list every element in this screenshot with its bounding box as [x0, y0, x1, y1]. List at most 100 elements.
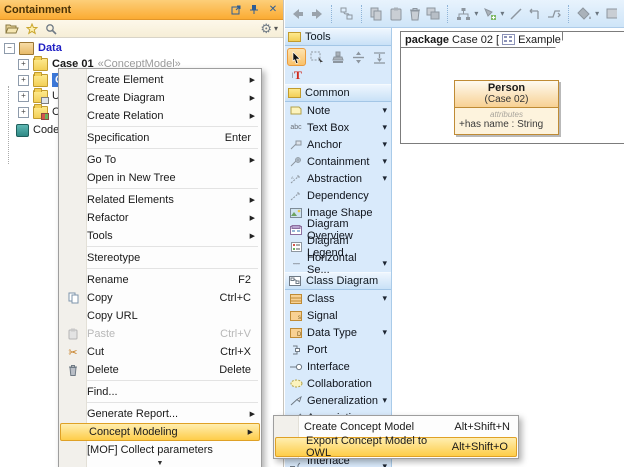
expand-icon[interactable]: + — [18, 107, 29, 118]
menu-item-specification[interactable]: SpecificationEnter — [59, 129, 261, 147]
palette-item-abstraction[interactable]: AAbstraction▾ — [285, 170, 391, 187]
sticky-tool[interactable] — [329, 48, 348, 66]
dropdown-icon[interactable]: ▾ — [382, 395, 387, 406]
palette-section-tools[interactable]: Tools — [285, 28, 391, 46]
text-tool[interactable]: ıT — [287, 66, 306, 84]
menu-item-stereotype[interactable]: Stereotype — [59, 249, 261, 267]
menu-item-generate-report[interactable]: Generate Report...▶ — [59, 405, 261, 423]
back-icon[interactable] — [291, 6, 305, 22]
copy-icon[interactable] — [370, 6, 384, 22]
palette-item-containment[interactable]: Containment▾ — [285, 153, 391, 170]
palette-item-text-box[interactable]: abcText Box▾ — [285, 119, 391, 136]
dropdown-icon[interactable]: ▾ — [382, 105, 387, 116]
dropdown-icon[interactable]: ▾ — [382, 139, 387, 150]
menu-item-find[interactable]: Find... — [59, 383, 261, 401]
menu-item-tools[interactable]: Tools▶ — [59, 227, 261, 245]
menu-item-delete[interactable]: DeleteDelete — [59, 361, 261, 379]
selection-tool[interactable] — [287, 48, 306, 66]
menu-item-rename[interactable]: RenameF2 — [59, 271, 261, 289]
submenu-arrow-icon: ▶ — [247, 156, 255, 164]
palette-item-collaboration[interactable]: Collaboration — [285, 375, 391, 392]
close-icon[interactable]: ✕ — [267, 4, 279, 16]
collaboration-icon — [289, 379, 303, 388]
fill-caret-icon[interactable]: ▾ — [595, 9, 599, 18]
swimlane-adjust-tool[interactable] — [370, 48, 389, 66]
submenu-item-create-concept-model[interactable]: Create Concept Model Alt+Shift+N — [274, 417, 518, 437]
class-name: Person — [455, 82, 558, 94]
submenu-item-export-concept-model-to-owl[interactable]: Export Concept Model to OWL Alt+Shift+O — [275, 437, 517, 457]
palette-section-class-diagram[interactable]: Class Diagram — [285, 272, 391, 290]
draw-polyline-icon[interactable] — [547, 6, 561, 22]
tree-item-data[interactable]: − Data — [4, 40, 62, 56]
related-elements-icon[interactable] — [340, 6, 354, 22]
open-folder-icon[interactable] — [5, 23, 19, 34]
palette-item-generalization[interactable]: Generalization▾ — [285, 392, 391, 409]
diagram-palette: Tools ıT Common Note▾ abcText Box▾ — [285, 28, 392, 467]
search-icon[interactable] — [45, 23, 57, 35]
palette-item-anchor[interactable]: Anchor▾ — [285, 136, 391, 153]
palette-item-dependency[interactable]: Dependency — [285, 187, 391, 204]
settings-caret-icon[interactable]: ▾ — [274, 24, 278, 33]
containment-icon — [289, 157, 303, 167]
float-window-icon[interactable] — [231, 4, 243, 16]
delete-icon[interactable] — [408, 6, 422, 22]
menu-item-create-diagram[interactable]: Create Diagram▶ — [59, 89, 261, 107]
palette-item-port[interactable]: Port — [285, 341, 391, 358]
palette-item-signal[interactable]: sSignal — [285, 307, 391, 324]
submenu-arrow-icon: ▶ — [247, 112, 255, 120]
multiple-selection-tool[interactable] — [308, 48, 327, 66]
add-shape-caret-icon[interactable]: ▾ — [500, 9, 504, 18]
layout-tree-icon[interactable] — [456, 6, 471, 22]
palette-item-interface-realization[interactable]: Interface Rea...▾ — [285, 458, 391, 467]
add-shape-icon[interactable] — [483, 6, 497, 22]
draw-line-icon[interactable] — [509, 6, 523, 22]
forward-icon[interactable] — [310, 6, 324, 22]
menu-item-cut[interactable]: ✂CutCtrl+X — [59, 343, 261, 361]
pin-icon[interactable] — [249, 4, 261, 16]
menu-item-mof-collect-parameters[interactable]: [MOF] Collect parameters — [59, 441, 261, 459]
menu-item-go-to[interactable]: Go To▶ — [59, 151, 261, 169]
expand-icon[interactable]: + — [18, 75, 29, 86]
dropdown-icon[interactable]: ▾ — [382, 122, 387, 133]
section-label: Common — [305, 87, 350, 99]
palette-item-horizontal-separator[interactable]: ----Horizontal Se...▾ — [285, 255, 391, 272]
class-person[interactable]: Person (Case 02) attributes +has name : … — [454, 80, 559, 135]
partial-icon[interactable] — [604, 6, 618, 22]
palette-item-class[interactable]: Class▾ — [285, 290, 391, 307]
palette-item-data-type[interactable]: DData Type▾ — [285, 324, 391, 341]
palette-item-note[interactable]: Note▾ — [285, 102, 391, 119]
expand-icon[interactable]: + — [18, 59, 29, 70]
dropdown-icon[interactable]: ▾ — [382, 293, 387, 304]
menu-item-refactor[interactable]: Refactor▶ — [59, 209, 261, 227]
layout-caret-icon[interactable]: ▾ — [474, 9, 478, 18]
settings-gear-icon[interactable]: ⚙ — [260, 21, 272, 37]
class-attributes-compartment: attributes +has name : String — [455, 108, 558, 130]
collapse-icon[interactable]: − — [4, 43, 15, 54]
menu-item-create-element[interactable]: Create Element▶ — [59, 71, 261, 89]
clone-icon[interactable] — [426, 6, 440, 22]
menu-item-concept-modeling[interactable]: Concept Modeling▶ — [60, 423, 260, 441]
dropdown-icon[interactable]: ▾ — [382, 173, 387, 184]
dropdown-icon[interactable]: ▾ — [382, 327, 387, 338]
vertical-align-tool[interactable] — [349, 48, 368, 66]
palette-section-common[interactable]: Common — [285, 84, 391, 102]
menu-separator — [87, 126, 258, 127]
fill-color-icon[interactable] — [577, 6, 592, 22]
menu-item-open-in-new-tree[interactable]: Open in New Tree — [59, 169, 261, 187]
port-icon — [289, 345, 303, 355]
draw-corner-line-icon[interactable] — [528, 6, 542, 22]
menu-item-copy[interactable]: CopyCtrl+C — [59, 289, 261, 307]
diagram-canvas[interactable]: package Case 02 [ Example 02 ] Person (C… — [392, 28, 624, 467]
expand-icon[interactable]: + — [18, 91, 29, 102]
menu-scroll-down-icon[interactable]: ▼ — [59, 459, 261, 467]
menu-item-related-elements[interactable]: Related Elements▶ — [59, 191, 261, 209]
menu-item-create-relation[interactable]: Create Relation▶ — [59, 107, 261, 125]
palette-item-interface[interactable]: Interface — [285, 358, 391, 375]
menu-item-copy-url[interactable]: Copy URL — [59, 307, 261, 325]
paste-icon[interactable] — [389, 6, 403, 22]
dropdown-icon[interactable]: ▾ — [382, 258, 387, 269]
favorites-star-icon[interactable] — [26, 23, 38, 35]
dropdown-icon[interactable]: ▾ — [382, 156, 387, 167]
diagram-frame: package Case 02 [ Example 02 ] Person (C… — [400, 31, 624, 144]
dropdown-icon[interactable]: ▾ — [382, 461, 387, 467]
